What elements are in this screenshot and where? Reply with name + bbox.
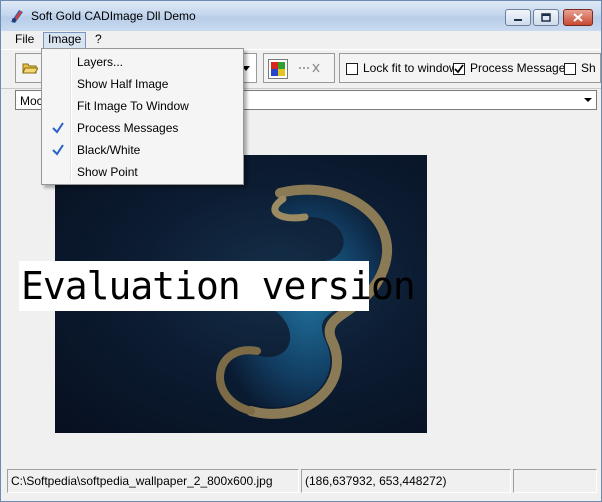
- app-window: Soft Gold CADImage Dll Demo File Image ?: [0, 0, 602, 502]
- color-button[interactable]: [268, 59, 288, 79]
- process-messages-label: Process Messages: [470, 61, 572, 75]
- minimize-button[interactable]: [505, 9, 531, 26]
- chevron-down-icon[interactable]: [582, 94, 594, 106]
- process-messages-checkbox[interactable]: [453, 63, 465, 75]
- menu-item-layers-label: Layers...: [77, 55, 124, 69]
- menu-item-process-messages[interactable]: Process Messages: [44, 117, 241, 139]
- menu-item-black-white-label: Black/White: [77, 143, 141, 157]
- sh-checkbox[interactable]: [564, 63, 576, 75]
- menu-item-layers[interactable]: Layers...: [44, 51, 241, 73]
- status-file-path: C:\Softpedia\softpedia_wallpaper_2_800x6…: [7, 469, 299, 493]
- status-coordinates: (186,637932, 653,448272): [301, 469, 511, 493]
- menu-item-show-half-image-label: Show Half Image: [77, 77, 169, 91]
- toolbar-group-color: [263, 53, 335, 83]
- menu-file[interactable]: File: [11, 32, 38, 47]
- app-logo-icon: [11, 10, 23, 23]
- color-palette-icon: [271, 62, 285, 76]
- menu-item-show-point-label: Show Point: [77, 165, 138, 179]
- title-bar[interactable]: Soft Gold CADImage Dll Demo: [1, 1, 601, 31]
- menu-item-fit-image[interactable]: Fit Image To Window: [44, 95, 241, 117]
- close-icon: [573, 13, 583, 22]
- menu-item-fit-image-label: Fit Image To Window: [77, 99, 189, 113]
- menu-item-process-messages-label: Process Messages: [77, 121, 179, 135]
- lock-fit-checkbox[interactable]: [346, 63, 358, 75]
- menu-item-show-half-image[interactable]: Show Half Image: [44, 73, 241, 95]
- menu-bar: File Image ?: [1, 31, 601, 49]
- lock-fit-label: Lock fit to window: [363, 61, 458, 75]
- maximize-button[interactable]: [533, 9, 559, 26]
- open-folder-icon[interactable]: [22, 60, 38, 76]
- toolbar-group-open: [15, 53, 43, 83]
- maximize-icon: [541, 13, 551, 22]
- checkmark-icon: [52, 122, 64, 134]
- mode-combo-value: Moc: [20, 94, 43, 108]
- menu-item-show-point[interactable]: Show Point: [44, 161, 241, 183]
- window-title: Soft Gold CADImage Dll Demo: [31, 9, 196, 23]
- image-menu-dropdown: Layers... Show Half Image Fit Image To W…: [41, 48, 244, 185]
- checkmark-icon: [454, 64, 464, 74]
- sh-label: Sh: [581, 61, 596, 75]
- menu-image[interactable]: Image: [43, 32, 87, 49]
- evaluation-watermark: Evaluation version: [19, 261, 416, 311]
- dotted-line-icon[interactable]: [298, 62, 320, 74]
- minimize-icon: [514, 18, 522, 21]
- checkmark-icon: [52, 144, 64, 156]
- close-button[interactable]: [563, 9, 593, 26]
- status-bar: C:\Softpedia\softpedia_wallpaper_2_800x6…: [1, 467, 601, 501]
- menu-help[interactable]: ?: [91, 32, 106, 47]
- status-empty-panel: [513, 469, 597, 493]
- menu-item-black-white[interactable]: Black/White: [44, 139, 241, 161]
